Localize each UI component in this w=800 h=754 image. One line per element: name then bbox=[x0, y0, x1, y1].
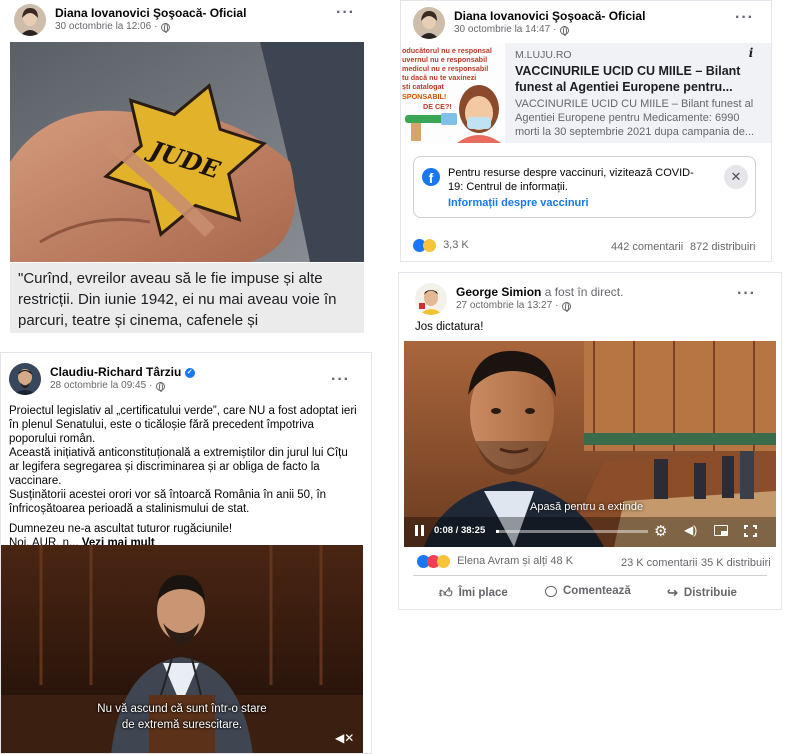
share-button[interactable]: ↪ Distribuie bbox=[667, 585, 737, 601]
mute-icon[interactable]: ◀✕ bbox=[335, 731, 354, 745]
post-header: Diana Iovanovici Şoşoacă- Oficial 30 oct… bbox=[14, 4, 246, 36]
shares-count[interactable]: 872 distribuiri bbox=[690, 241, 755, 253]
paragraph: Susținătorii acestei orori vor să întoar… bbox=[9, 489, 327, 515]
comment-button[interactable]: Comentează bbox=[545, 585, 631, 597]
verified-badge-icon: ✓ bbox=[184, 368, 195, 379]
post-text: Jos dictatura! bbox=[415, 321, 484, 333]
fullscreen-icon[interactable] bbox=[744, 525, 757, 537]
avatar[interactable] bbox=[14, 4, 46, 36]
author-link[interactable]: George Simion bbox=[456, 285, 541, 299]
live-suffix: a fost în direct. bbox=[544, 285, 624, 300]
paragraph: Proiectul legislativ al „certificatului … bbox=[9, 405, 357, 445]
timestamp-link[interactable]: 27 octombrie la 13:27 bbox=[456, 300, 552, 313]
globe-icon bbox=[155, 382, 165, 392]
reactions-count: 3,3 K bbox=[443, 239, 469, 252]
globe-icon bbox=[559, 26, 569, 36]
post-body: Proiectul legislativ al „certificatului … bbox=[9, 404, 361, 550]
post-time: 30 octombrie la 12:06 · bbox=[55, 21, 246, 34]
share-icon: ↪ bbox=[667, 585, 678, 600]
expand-hint[interactable]: Apasă pentru a extinde bbox=[530, 501, 643, 513]
globe-icon bbox=[561, 302, 571, 312]
timestamp-link[interactable]: 30 octombrie la 14:47 bbox=[454, 24, 550, 37]
thumb-line: SPONSABIL! bbox=[402, 92, 446, 101]
progress-bar[interactable] bbox=[496, 530, 648, 533]
post-time: 28 octombrie la 09:45 · bbox=[50, 380, 195, 393]
volume-icon[interactable]: ◀) bbox=[684, 523, 697, 537]
vaccine-info-link[interactable]: Informații despre vaccinuri bbox=[448, 197, 589, 209]
like-label: Îmi place bbox=[458, 587, 508, 599]
post-header: George Simion a fost în direct. 27 octom… bbox=[415, 283, 623, 315]
more-options-icon[interactable]: ··· bbox=[735, 9, 754, 27]
info-icon[interactable]: i bbox=[743, 46, 759, 62]
post-claudiu-tarziu: Claudiu-Richard Târziu ✓ 28 octombrie la… bbox=[0, 352, 372, 754]
close-icon[interactable]: ✕ bbox=[724, 165, 748, 189]
video-frame bbox=[404, 341, 776, 547]
subtitle-line-2: de extremă surescitare. bbox=[121, 719, 243, 731]
pause-icon[interactable] bbox=[414, 525, 426, 537]
reactions-label: Elena Avram și alți 48 K bbox=[457, 555, 574, 568]
link-domain: M.LUJU.RO bbox=[515, 49, 572, 61]
timestamp-link[interactable]: 28 octombrie la 09:45 bbox=[50, 380, 146, 393]
post-image-star[interactable]: JUDE bbox=[10, 42, 364, 262]
covid-info-notice: f Pentru resurse despre vaccinuri, vizit… bbox=[413, 156, 756, 218]
action-divider bbox=[413, 575, 767, 576]
paragraph: Această inițiativă anticonstituțională a… bbox=[9, 447, 348, 487]
link-thumbnail: oducătorul nu e responsal uvernul nu e r… bbox=[401, 43, 505, 143]
thumb-line: tu dacă nu te vaxinezi bbox=[402, 73, 476, 82]
avatar[interactable] bbox=[9, 363, 41, 395]
comments-count[interactable]: 442 comentarii bbox=[611, 241, 683, 253]
elapsed-time: 0:08 bbox=[434, 525, 454, 536]
miniplayer-icon[interactable] bbox=[714, 525, 728, 536]
video-time: 0:08 / 38:25 bbox=[434, 525, 486, 536]
post-header: Claudiu-Richard Târziu ✓ 28 octombrie la… bbox=[9, 363, 195, 395]
sad-reaction-icon bbox=[423, 239, 436, 252]
duration-time: 38:25 bbox=[460, 525, 486, 536]
link-description: VACCINURILE UCID CU MIILE – Bilant funes… bbox=[515, 98, 755, 138]
post-george-simion: George Simion a fost în direct. 27 octom… bbox=[398, 272, 782, 610]
facebook-icon: f bbox=[422, 168, 440, 186]
globe-icon bbox=[160, 23, 170, 33]
avatar[interactable] bbox=[415, 283, 447, 315]
comment-label: Comentează bbox=[563, 585, 631, 597]
author-name: George Simion a fost în direct. bbox=[456, 285, 623, 300]
comment-icon bbox=[545, 585, 557, 597]
comments-count[interactable]: 23 K comentarii bbox=[621, 557, 697, 569]
more-options-icon[interactable]: ··· bbox=[331, 371, 350, 389]
post-time: 27 octombrie la 13:27 · bbox=[456, 300, 623, 313]
author-name[interactable]: Diana Iovanovici Şoşoacă- Oficial bbox=[454, 9, 645, 24]
notice-text: Pentru resurse despre vaccinuri, vizitea… bbox=[448, 167, 694, 193]
subtitle-line-1: Nu vă ascund că sunt într-o stare bbox=[97, 703, 267, 715]
thumb-line: DE CE?! bbox=[423, 102, 452, 111]
reactions-summary[interactable]: Elena Avram și alți 48 K bbox=[417, 555, 573, 568]
quote-text: "Curînd, evreilor aveau să le fie impuse… bbox=[10, 263, 364, 333]
post-time: 30 octombrie la 14:47 · bbox=[454, 24, 645, 37]
avatar[interactable] bbox=[413, 7, 445, 39]
progress-fill bbox=[496, 530, 500, 533]
thumb-line: oducătorul nu e responsal bbox=[402, 46, 492, 55]
thumb-line: medicul nu e responsabil bbox=[402, 64, 488, 73]
link-preview[interactable]: oducătorul nu e responsal uvernul nu e r… bbox=[401, 43, 771, 143]
thumb-line: uvernul nu e responsabil bbox=[402, 55, 487, 64]
paragraph: Dumnezeu ne-a ascultat tuturor rugăciuni… bbox=[9, 523, 233, 535]
author-name[interactable]: Diana Iovanovici Şoşoacă- Oficial bbox=[55, 6, 246, 21]
shares-count[interactable]: 35 K distribuiri bbox=[701, 557, 771, 569]
haha-reaction-icon bbox=[437, 555, 450, 568]
timestamp-link[interactable]: 30 octombrie la 12:06 bbox=[55, 21, 151, 34]
post-diana-star: Diana Iovanovici Şoşoacă- Oficial 30 oct… bbox=[0, 0, 370, 335]
post-header: Diana Iovanovici Şoşoacă- Oficial 30 oct… bbox=[413, 7, 645, 39]
settings-gear-icon[interactable]: ⚙ bbox=[654, 522, 667, 540]
reactions-summary[interactable]: 3,3 K bbox=[413, 239, 469, 252]
thumbs-up-icon: 👍︎ bbox=[439, 585, 453, 600]
post-diana-vaccine: Diana Iovanovici Şoşoacă- Oficial 30 oct… bbox=[400, 0, 772, 262]
share-label: Distribuie bbox=[683, 587, 737, 599]
more-options-icon[interactable]: ··· bbox=[737, 285, 756, 303]
thumb-line: ști catalogat bbox=[402, 82, 445, 91]
speech-video[interactable]: Nu vă ascund că sunt într-o stare de ext… bbox=[1, 545, 363, 753]
live-video[interactable]: Apasă pentru a extinde 0:08 / 38:25 ⚙ ◀) bbox=[404, 341, 776, 547]
like-button[interactable]: 👍︎ Îmi place bbox=[439, 585, 508, 601]
more-options-icon[interactable]: ··· bbox=[336, 4, 355, 22]
link-title[interactable]: VACCINURILE UCID CU MIILE – Bilant funes… bbox=[515, 63, 745, 95]
author-link[interactable]: Claudiu-Richard Târziu bbox=[50, 365, 181, 379]
author-name: Claudiu-Richard Târziu ✓ bbox=[50, 365, 195, 380]
